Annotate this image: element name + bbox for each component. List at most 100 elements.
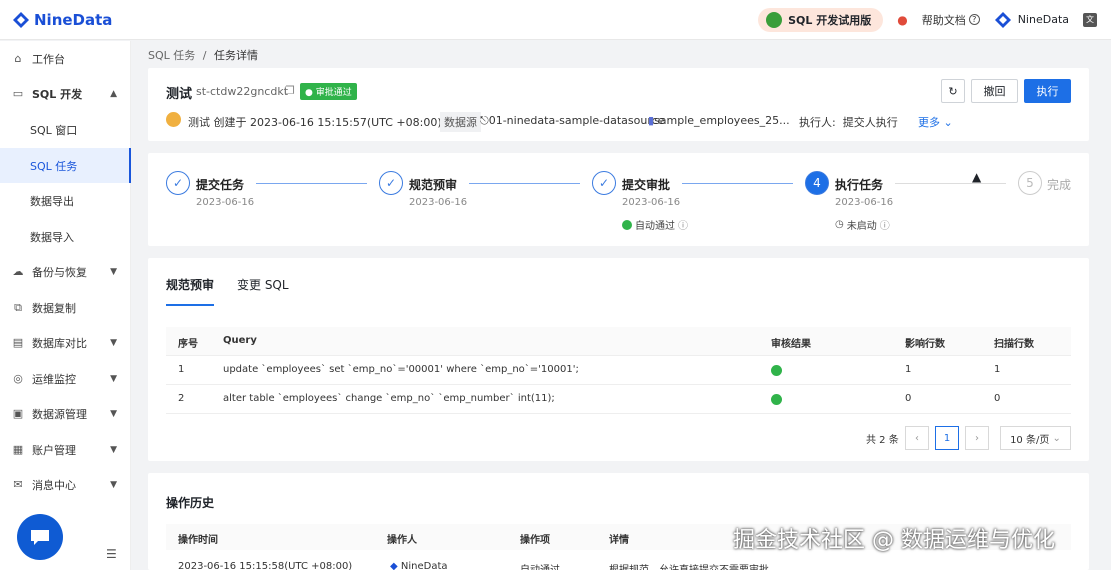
table-row[interactable]: 2 alter table `employees` change `emp_no… bbox=[166, 385, 1071, 414]
monitor-icon: ◎ bbox=[13, 372, 23, 385]
step-3-date: 2023-06-16 bbox=[622, 197, 681, 208]
col-header-review: 审核结果 bbox=[771, 339, 811, 350]
row-query: alter table `employees` change `emp_no` … bbox=[223, 393, 555, 404]
sidebar-item-label: 数据复制 bbox=[32, 301, 76, 315]
chevron-up-icon: ▲ bbox=[110, 88, 117, 99]
database-name[interactable]: ▮sample_employees_25... bbox=[648, 114, 790, 127]
sidebar-item-replication[interactable]: ⧉ 数据复制 bbox=[0, 290, 131, 325]
language-icon[interactable]: 文 bbox=[1083, 12, 1097, 27]
sidebar-item-sql-task[interactable]: SQL 任务 bbox=[0, 148, 131, 183]
help-docs-link[interactable]: 帮助文档 ? bbox=[922, 12, 980, 28]
col-header-no: 序号 bbox=[178, 339, 198, 350]
sidebar-item-label: SQL 任务 bbox=[30, 159, 78, 173]
breadcrumb-separator: / bbox=[202, 49, 207, 62]
sidebar-item-label: 运维监控 bbox=[32, 372, 76, 386]
active-tab-indicator bbox=[166, 304, 214, 306]
chevron-down-icon: ⌄ bbox=[1052, 432, 1061, 444]
watermark: 掘金技术社区 @ 数据运维与优化 bbox=[733, 528, 1055, 553]
sidebar-item-messages[interactable]: ✉ 消息中心 ▼ bbox=[0, 467, 131, 502]
sidebar-item-account[interactable]: ▦ 账户管理 ▼ bbox=[0, 432, 131, 467]
chevron-down-icon: ⌄ bbox=[943, 116, 953, 129]
tab-change-sql[interactable]: 变更 SQL bbox=[237, 276, 289, 293]
history-time: 2023-06-16 15:15:58(UTC +08:00) bbox=[178, 561, 353, 570]
notification-icon[interactable]: ● bbox=[897, 13, 907, 27]
chat-button[interactable] bbox=[17, 514, 63, 560]
sidebar-item-workbench[interactable]: ⌂ 工作台 bbox=[0, 41, 131, 76]
datasource-icon: ⎋ bbox=[480, 114, 489, 127]
breadcrumb-parent[interactable]: SQL 任务 bbox=[148, 49, 195, 62]
step-connector bbox=[682, 183, 793, 184]
history-col-detail: 详情 bbox=[609, 535, 629, 546]
sidebar-item-backup[interactable]: ☁ 备份与恢复 ▼ bbox=[0, 254, 131, 289]
chevron-down-icon: ▼ bbox=[110, 337, 117, 348]
refresh-icon: ↻ bbox=[948, 84, 958, 98]
sidebar: ⌂ 工作台 ▭ SQL 开发 ▲ SQL 窗口 SQL 任务 数据导出 数据导入 ☁ 备… bbox=[0, 41, 131, 570]
info-icon[interactable]: ⓘ bbox=[678, 217, 688, 232]
step-2-label: 规范预审 bbox=[409, 178, 458, 192]
sidebar-item-sql-window[interactable]: SQL 窗口 bbox=[0, 112, 131, 147]
chevron-down-icon: ▼ bbox=[110, 266, 117, 277]
message-icon: ✉ bbox=[13, 478, 23, 491]
sidebar-item-db-compare[interactable]: ▤ 数据库对比 ▼ bbox=[0, 325, 131, 360]
trial-edition-badge[interactable]: SQL 开发试用版 bbox=[758, 7, 884, 32]
breadcrumb-current: 任务详情 bbox=[213, 49, 258, 62]
sidebar-item-label: 数据源管理 bbox=[32, 407, 87, 421]
creator-avatar bbox=[166, 112, 181, 127]
executor-info: 执行人: 提交人执行 bbox=[799, 114, 898, 130]
step-4-note-label: 未启动 bbox=[846, 221, 877, 232]
next-page-button[interactable]: › bbox=[965, 426, 989, 450]
more-link[interactable]: 更多 ⌄ bbox=[918, 114, 953, 130]
step-3-note-label: 自动通过 bbox=[635, 221, 675, 232]
datasource-name[interactable]: ⎋01-ninedata-sample-datasource bbox=[480, 114, 664, 128]
step-connector bbox=[469, 183, 580, 184]
row-scanned: 0 bbox=[994, 393, 1001, 404]
sidebar-item-sql-dev[interactable]: ▭ SQL 开发 ▲ bbox=[0, 76, 131, 111]
sidebar-item-monitoring[interactable]: ◎ 运维监控 ▼ bbox=[0, 361, 131, 396]
prev-page-button[interactable]: ‹ bbox=[905, 426, 929, 450]
tab-pre-review[interactable]: 规范预审 bbox=[166, 276, 214, 293]
step-3-note: 自动通过 ⓘ bbox=[622, 217, 688, 232]
history-col-action: 操作项 bbox=[520, 535, 550, 546]
table-row[interactable]: 1 update `employees` set `emp_no`='00001… bbox=[166, 356, 1071, 385]
collapse-sidebar-icon[interactable]: ☰ bbox=[106, 547, 117, 561]
step-connector bbox=[256, 183, 367, 184]
step-connector bbox=[895, 183, 1006, 184]
check-circle-icon bbox=[622, 219, 632, 230]
step-4-date: 2023-06-16 bbox=[835, 197, 894, 208]
sidebar-item-data-import[interactable]: 数据导入 bbox=[0, 219, 131, 254]
compare-icon: ▤ bbox=[12, 336, 24, 349]
trial-icon bbox=[766, 11, 783, 28]
logo[interactable]: NineData bbox=[12, 11, 112, 29]
step-4-label: 执行任务 bbox=[835, 178, 884, 192]
steps-card bbox=[148, 153, 1089, 246]
sidebar-item-label: 数据库对比 bbox=[32, 336, 87, 350]
sidebar-item-label: 数据导入 bbox=[30, 230, 74, 244]
refresh-button[interactable]: ↻ bbox=[941, 79, 965, 103]
row-affected: 0 bbox=[905, 393, 912, 404]
page-size-select[interactable]: 10 条/页 ⌄ bbox=[1000, 426, 1071, 450]
chevron-right-icon: › bbox=[975, 432, 979, 444]
account-icon: ▦ bbox=[12, 443, 24, 456]
home-icon: ⌂ bbox=[14, 52, 22, 65]
copy-icon[interactable]: ❐ bbox=[285, 84, 295, 97]
page-button-1[interactable]: 1 bbox=[935, 426, 959, 450]
trial-label: SQL 开发试用版 bbox=[788, 13, 872, 27]
brand-name: NineData bbox=[34, 10, 113, 29]
undo-button[interactable]: 撤回 bbox=[971, 79, 1018, 103]
sidebar-item-data-export[interactable]: 数据导出 bbox=[0, 183, 131, 218]
sidebar-item-label: SQL 窗口 bbox=[30, 123, 78, 137]
execute-button[interactable]: 执行 bbox=[1024, 79, 1071, 103]
status-badge-label: 审批通过 bbox=[315, 88, 352, 98]
datasource-value: 01-ninedata-sample-datasource bbox=[488, 114, 665, 127]
info-icon[interactable]: ⓘ bbox=[880, 217, 890, 232]
user-menu[interactable]: NineData bbox=[994, 11, 1069, 29]
col-header-query: Query bbox=[223, 335, 257, 346]
chat-icon bbox=[31, 530, 49, 545]
row-no: 2 bbox=[178, 393, 185, 404]
history-col-time: 操作时间 bbox=[178, 535, 218, 546]
history-operator: ◆ NineData bbox=[390, 561, 448, 570]
sidebar-item-label: 工作台 bbox=[32, 52, 65, 66]
mouse-cursor-icon: ▲ bbox=[972, 170, 982, 184]
col-header-scanned: 扫描行数 bbox=[994, 339, 1034, 350]
sidebar-item-datasource[interactable]: ▣ 数据源管理 ▼ bbox=[0, 396, 131, 431]
